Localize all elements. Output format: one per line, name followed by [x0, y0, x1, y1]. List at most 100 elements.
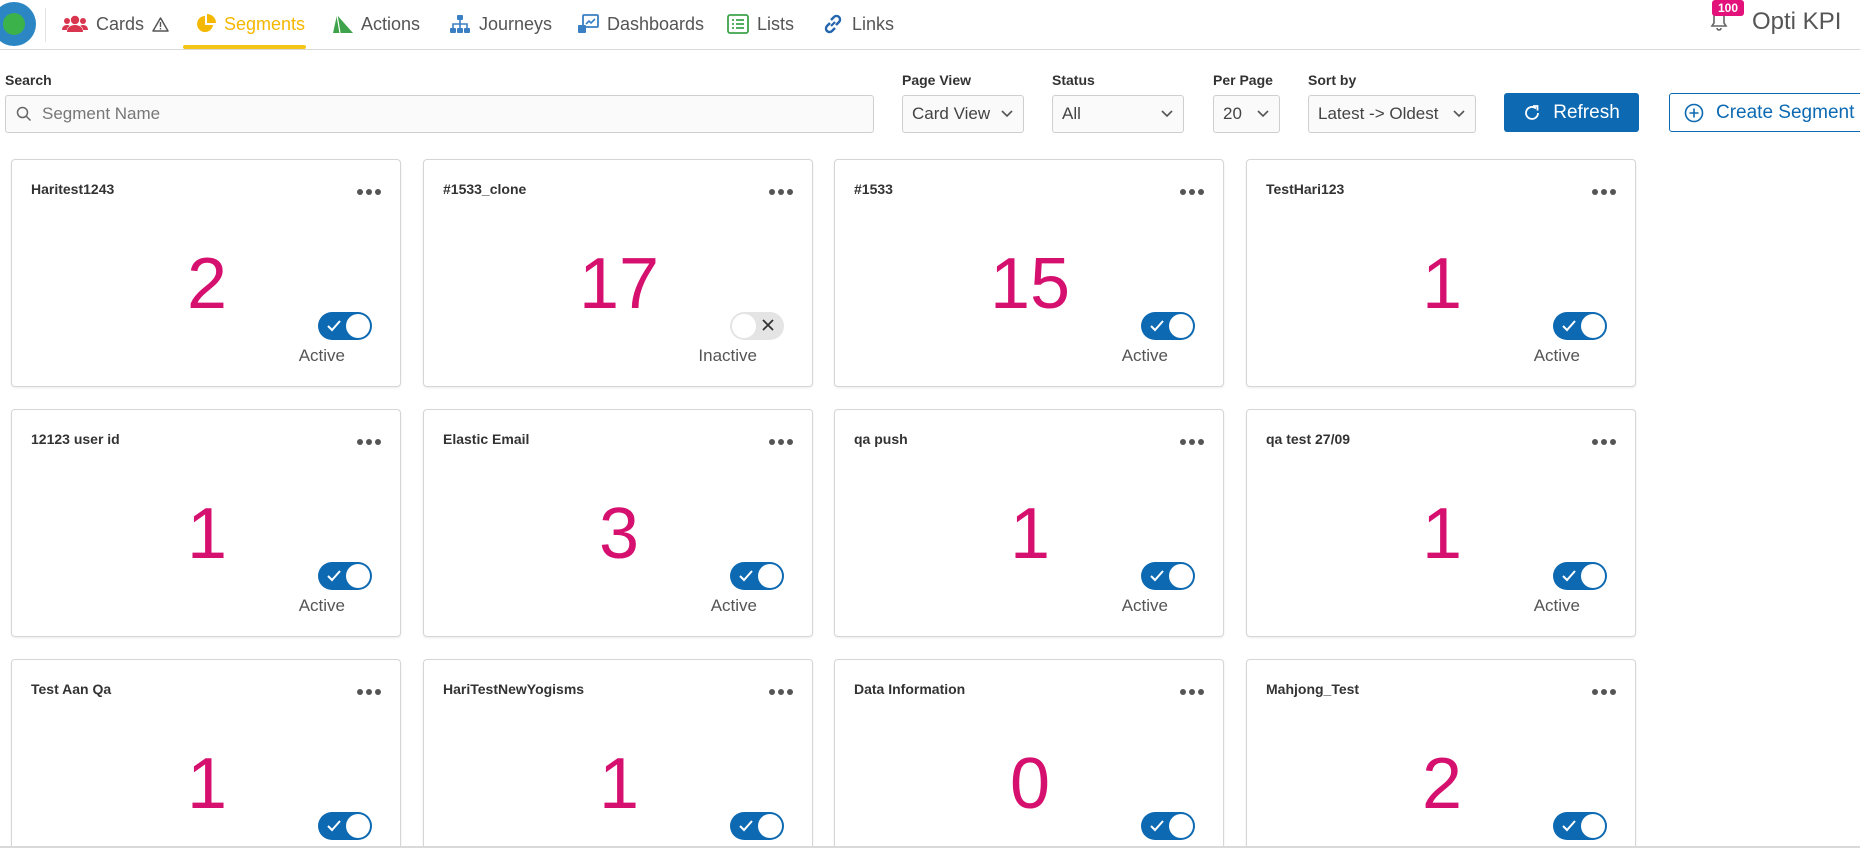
status-label: Status [1052, 72, 1095, 88]
status-toggle[interactable] [318, 812, 372, 840]
nav-cards[interactable]: Cards [62, 0, 169, 48]
search-box [5, 95, 874, 133]
segment-name: HariTestNewYogisms [443, 681, 585, 697]
status-toggle[interactable] [1141, 312, 1195, 340]
list-icon [727, 14, 749, 34]
create-segment-button[interactable]: Create Segment [1669, 93, 1860, 132]
check-icon [1562, 820, 1576, 832]
status-toggle[interactable] [318, 562, 372, 590]
toggle-knob [732, 314, 756, 338]
check-icon [739, 570, 753, 582]
refresh-label: Refresh [1553, 101, 1620, 123]
segment-count: 1 [186, 494, 228, 574]
create-segment-label: Create Segment [1716, 101, 1855, 123]
segment-card[interactable]: qa push 1 Active [834, 409, 1224, 637]
sort-value: Latest -> Oldest [1318, 104, 1439, 123]
segment-card[interactable]: 12123 user id 1 Active [11, 409, 401, 637]
nav-segments[interactable]: Segments [196, 0, 305, 48]
more-options-icon[interactable] [1592, 439, 1616, 445]
segment-status: Active [1121, 346, 1168, 365]
more-options-icon[interactable] [1592, 689, 1616, 695]
status-toggle[interactable] [730, 312, 784, 340]
sort-select[interactable]: Latest -> Oldest [1308, 95, 1476, 133]
nav-links[interactable]: Links [822, 0, 894, 48]
segment-name: #1533_clone [443, 181, 527, 197]
status-toggle[interactable] [1553, 312, 1607, 340]
segment-card[interactable]: #1533_clone 17 Inactive [423, 159, 813, 387]
segment-name: 12123 user id [31, 431, 120, 447]
per-page-select[interactable]: 20 [1213, 95, 1280, 133]
toggle-knob [1169, 814, 1193, 838]
top-navigation-bar: Cards Segments Actions Journeys Dashboar… [0, 0, 1860, 50]
segment-card[interactable]: qa test 27/09 1 Active [1246, 409, 1636, 637]
check-icon [1562, 570, 1576, 582]
more-options-icon[interactable] [1180, 439, 1204, 445]
more-options-icon[interactable] [1180, 189, 1204, 195]
search-label: Search [5, 72, 52, 88]
more-options-icon[interactable] [1180, 689, 1204, 695]
more-options-icon[interactable] [769, 689, 793, 695]
check-icon [327, 820, 341, 832]
toggle-knob [758, 814, 782, 838]
more-options-icon[interactable] [357, 689, 381, 695]
nav-actions[interactable]: Actions [333, 0, 420, 48]
segment-card[interactable]: TestHari123 1 Active [1246, 159, 1636, 387]
nav-journeys[interactable]: Journeys [449, 0, 552, 48]
check-icon [1150, 570, 1164, 582]
segment-status: Active [298, 596, 345, 615]
status-toggle[interactable] [1141, 562, 1195, 590]
segment-count: 1 [598, 744, 640, 824]
segment-name: TestHari123 [1266, 181, 1345, 197]
segment-count: 1 [1009, 494, 1051, 574]
toggle-knob [758, 564, 782, 588]
segment-card[interactable]: #1533 15 Active [834, 159, 1224, 387]
segment-card[interactable]: Elastic Email 3 Active [423, 409, 813, 637]
segment-count: 2 [186, 244, 228, 324]
segment-name: qa test 27/09 [1266, 431, 1351, 447]
status-toggle[interactable] [1553, 562, 1607, 590]
segment-card[interactable]: HariTestNewYogisms1Active [423, 659, 813, 848]
per-page-value: 20 [1223, 104, 1242, 123]
more-options-icon[interactable] [357, 439, 381, 445]
nav-dashboards[interactable]: Dashboards [577, 0, 704, 48]
toggle-knob [346, 814, 370, 838]
chevron-down-icon [1001, 110, 1013, 118]
status-toggle[interactable] [730, 562, 784, 590]
nav-actions-label: Actions [361, 13, 421, 34]
nav-lists[interactable]: Lists [727, 0, 794, 48]
segment-card[interactable]: Data Information0Active [834, 659, 1224, 848]
link-icon [824, 14, 842, 34]
segment-card[interactable]: Mahjong_Test2Active [1246, 659, 1636, 848]
chevron-down-icon [1161, 110, 1173, 118]
status-toggle[interactable] [730, 812, 784, 840]
more-options-icon[interactable] [1592, 189, 1616, 195]
users-icon [62, 15, 88, 32]
page-view-select[interactable]: Card View [902, 95, 1024, 133]
segment-count: 1 [1421, 244, 1463, 324]
segment-count: 1 [1421, 494, 1463, 574]
search-input[interactable] [42, 96, 862, 132]
refresh-icon [1525, 104, 1540, 120]
segment-card[interactable]: Haritest1243 2 Active [11, 159, 401, 387]
more-options-icon[interactable] [357, 189, 381, 195]
page-view-label: Page View [902, 72, 972, 88]
pie-chart-icon [197, 14, 216, 32]
status-select[interactable]: All [1052, 95, 1184, 133]
paper-plane-icon [333, 15, 353, 33]
check-icon [1150, 320, 1164, 332]
more-options-icon[interactable] [769, 189, 793, 195]
segment-name: Elastic Email [443, 431, 530, 447]
status-toggle[interactable] [1141, 812, 1195, 840]
more-options-icon[interactable] [769, 439, 793, 445]
per-page-label: Per Page [1213, 72, 1273, 88]
segment-card[interactable]: Test Aan Qa1Active [11, 659, 401, 848]
segment-count: 17 [578, 244, 660, 324]
app-logo[interactable] [0, 2, 36, 46]
warning-icon [152, 16, 169, 32]
nav-dashboards-label: Dashboards [607, 13, 705, 34]
status-toggle[interactable] [1553, 812, 1607, 840]
segment-name: Mahjong_Test [1266, 681, 1360, 697]
refresh-button[interactable]: Refresh [1504, 93, 1639, 132]
status-toggle[interactable] [318, 312, 372, 340]
toggle-knob [1581, 314, 1605, 338]
